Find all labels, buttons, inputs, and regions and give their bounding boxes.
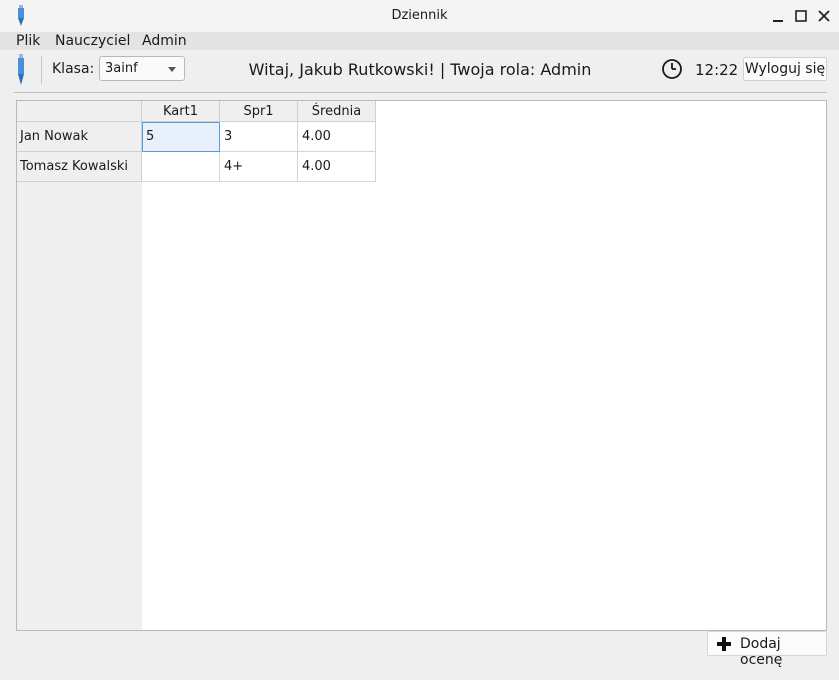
grade-cell[interactable]: 4+ xyxy=(220,152,298,182)
row-header[interactable]: Jan Nowak xyxy=(17,122,142,152)
clock-icon xyxy=(662,59,682,79)
grades-table[interactable]: Kart1 Spr1 Średnia Jan Nowak 5 3 4.00 To… xyxy=(16,100,827,631)
plus-icon xyxy=(717,637,731,651)
grade-cell[interactable]: 5 xyxy=(142,122,220,152)
add-grade-label: Dodaj ocenę xyxy=(740,636,783,668)
class-label: Klasa: xyxy=(52,61,95,77)
column-header-kart1[interactable]: Kart1 xyxy=(142,101,220,122)
row-header-column xyxy=(17,122,142,630)
clock-time: 12:22 xyxy=(695,61,739,79)
table-corner xyxy=(17,101,142,122)
grade-cell[interactable]: 3 xyxy=(220,122,298,152)
column-header-spr1[interactable]: Spr1 xyxy=(220,101,298,122)
add-grade-button[interactable]: Dodaj ocenę xyxy=(707,631,827,668)
menu-bar: Plik Nauczyciel Admin xyxy=(0,32,839,50)
chevron-down-icon xyxy=(168,67,176,72)
welcome-message: Witaj, Jakub Rutkowski! | Twoja rola: Ad… xyxy=(248,60,592,79)
row-header[interactable]: Tomasz Kowalski xyxy=(17,152,142,182)
menu-nauczyciel[interactable]: Nauczyciel xyxy=(55,33,130,49)
logout-button[interactable]: Wyloguj się xyxy=(743,57,827,81)
menu-plik[interactable]: Plik xyxy=(16,33,40,49)
menu-admin[interactable]: Admin xyxy=(142,33,187,49)
grade-cell[interactable] xyxy=(142,152,220,182)
class-select-value: 3ainf xyxy=(105,61,138,76)
pen-icon xyxy=(18,54,24,85)
minimize-icon[interactable] xyxy=(771,9,785,23)
class-select[interactable]: 3ainf xyxy=(99,56,185,81)
toolbar-divider xyxy=(14,92,827,93)
toolbar: Klasa: 3ainf Witaj, Jakub Rutkowski! | T… xyxy=(0,50,839,92)
average-cell[interactable]: 4.00 xyxy=(298,152,376,182)
close-icon[interactable] xyxy=(817,9,831,23)
toolbar-separator xyxy=(41,56,42,84)
column-header-srednia[interactable]: Średnia xyxy=(298,101,376,122)
average-cell[interactable]: 4.00 xyxy=(298,122,376,152)
window-titlebar: Dziennik xyxy=(0,0,839,32)
maximize-icon[interactable] xyxy=(794,9,808,23)
window-title: Dziennik xyxy=(391,8,448,23)
